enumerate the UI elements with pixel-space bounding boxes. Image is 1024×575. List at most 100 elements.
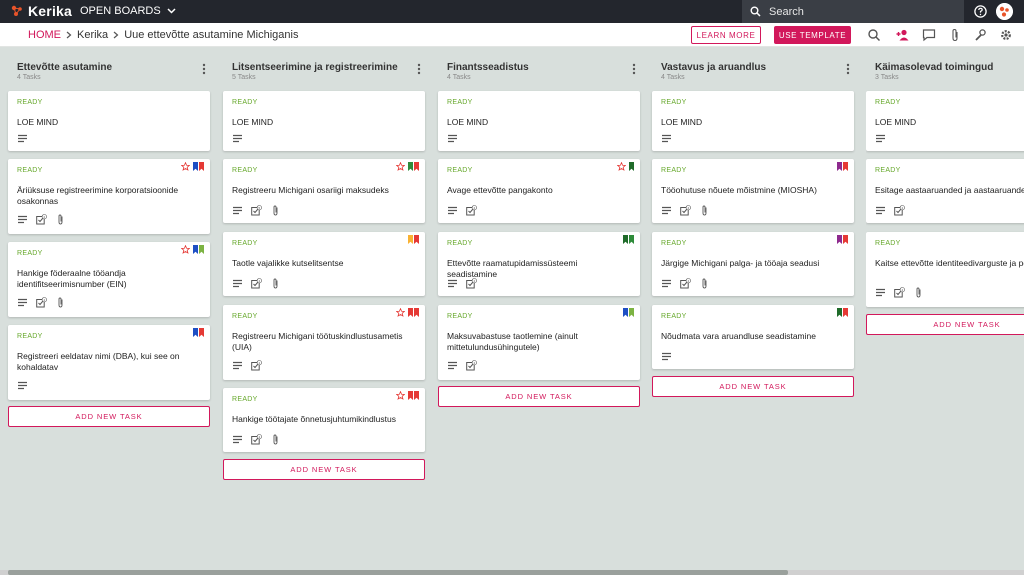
more-vert-icon[interactable]	[416, 63, 422, 75]
checklist-icon: 4	[466, 360, 477, 371]
star-icon[interactable]	[396, 308, 405, 317]
task-card[interactable]: READY Registreeri eeldatav nimi (DBA), k…	[8, 325, 210, 400]
task-indicators: 4	[875, 287, 924, 298]
task-card[interactable]: READY Äriüksuse registreerimine korporat…	[8, 159, 210, 234]
search-icon[interactable]	[867, 28, 881, 42]
add-person-icon[interactable]	[896, 28, 910, 42]
task-flags	[396, 391, 419, 400]
task-indicators: 2	[17, 214, 66, 225]
description-icon	[18, 298, 27, 307]
flag-darkgreen-icon	[623, 235, 628, 244]
task-card[interactable]: READY LOE MIND	[866, 91, 1024, 151]
task-flags	[837, 162, 848, 171]
add-new-task-button[interactable]: ADD NEW TASK	[8, 406, 210, 427]
horizontal-scrollbar[interactable]	[0, 570, 1024, 575]
scrollbar-thumb[interactable]	[8, 570, 788, 575]
task-card[interactable]: READY Tööohutuse nõuete mõistmine (MIOSH…	[652, 159, 854, 223]
task-flags	[623, 235, 634, 244]
add-new-task-button[interactable]: ADD NEW TASK	[438, 386, 640, 407]
task-status: READY	[661, 167, 687, 174]
task-card[interactable]: READY Avage ettevõtte pangakonto 4	[438, 159, 640, 223]
checklist-icon: 4	[680, 205, 691, 216]
task-indicators	[875, 133, 886, 144]
checklist-icon: 4	[36, 297, 47, 308]
add-new-task-button[interactable]: ADD NEW TASK	[866, 314, 1024, 335]
task-status: READY	[447, 313, 473, 320]
breadcrumb-section[interactable]: Kerika	[77, 29, 108, 41]
search-box[interactable]	[742, 0, 964, 23]
star-icon[interactable]	[396, 162, 405, 171]
task-card[interactable]: READY LOE MIND	[652, 91, 854, 151]
checklist-icon: 2	[36, 214, 47, 225]
column-title: Litsentseerimine ja registreerimine	[232, 62, 398, 73]
task-card[interactable]: READY Maksuvabastuse taotlemine (ainult …	[438, 305, 640, 380]
flag-red-icon	[843, 162, 848, 171]
description-icon	[876, 134, 885, 143]
task-indicators: 4	[447, 360, 477, 371]
attachment-icon	[273, 434, 278, 445]
task-indicators	[661, 351, 672, 362]
more-vert-icon[interactable]	[845, 63, 851, 75]
task-card[interactable]: READY Esitage aastaaruanded ja aastaarua…	[866, 159, 1024, 223]
checklist-icon: 4	[251, 434, 262, 445]
description-icon	[662, 134, 671, 143]
description-icon	[18, 381, 27, 390]
description-icon	[233, 435, 242, 444]
star-icon[interactable]	[617, 162, 626, 171]
star-icon[interactable]	[396, 391, 405, 400]
task-title: LOE MIND	[17, 117, 59, 127]
flag-blue-icon	[193, 162, 198, 171]
add-new-task-button[interactable]: ADD NEW TASK	[652, 376, 854, 397]
flag-blue-icon	[623, 308, 628, 317]
column-header: Ettevõtte asutamine 4 Tasks	[8, 56, 210, 84]
task-indicators: 4	[17, 297, 66, 308]
attachment-icon	[58, 214, 63, 225]
search-input[interactable]	[769, 5, 949, 18]
attachment-icon[interactable]	[948, 28, 962, 42]
use-template-button[interactable]: USE TEMPLATE	[774, 26, 851, 44]
checklist-icon: 4	[251, 360, 262, 371]
more-vert-icon[interactable]	[631, 63, 637, 75]
task-card[interactable]: READY Hankige föderaalne tööandja identi…	[8, 242, 210, 317]
add-new-task-button[interactable]: ADD NEW TASK	[223, 459, 425, 480]
more-vert-icon[interactable]	[201, 63, 207, 75]
task-card[interactable]: READY LOE MIND	[8, 91, 210, 151]
attachment-icon	[58, 297, 63, 308]
task-indicators: 4	[661, 278, 710, 289]
open-boards-label: OPEN BOARDS	[80, 5, 161, 17]
task-status: READY	[661, 313, 687, 320]
task-card[interactable]: READY Ettevõtte raamatupidamissüsteemi s…	[438, 232, 640, 296]
column-title: Käimasolevad toimingud	[875, 62, 994, 73]
star-icon[interactable]	[181, 245, 190, 254]
task-card[interactable]: READY LOE MIND	[223, 91, 425, 151]
help-icon[interactable]	[974, 5, 987, 18]
task-status: READY	[875, 167, 901, 174]
task-card[interactable]: READY Kaitse ettevõtte identiteedivargus…	[866, 232, 1024, 307]
kerika-logo[interactable]: Kerika	[10, 3, 72, 19]
task-card[interactable]: READY Nõudmata vara aruandluse seadistam…	[652, 305, 854, 369]
flag-red-icon	[843, 235, 848, 244]
column-header: Litsentseerimine ja registreerimine 5 Ta…	[223, 56, 425, 84]
open-boards-menu[interactable]: OPEN BOARDS	[80, 5, 176, 17]
task-status: READY	[447, 167, 473, 174]
column-header: Vastavus ja aruandlus 4 Tasks	[652, 56, 854, 84]
task-card[interactable]: READY LOE MIND	[438, 91, 640, 151]
task-status: READY	[875, 240, 901, 247]
task-title: Äriüksuse registreerimine korporatsiooni…	[17, 185, 179, 206]
wrench-icon[interactable]	[973, 28, 987, 42]
task-card[interactable]: READY Taotle vajalikke kutselitsentse 4	[223, 232, 425, 296]
task-title: Registreeru Michigani osariigi maksudeks	[232, 185, 389, 195]
user-avatar[interactable]	[996, 3, 1013, 20]
gear-icon[interactable]	[999, 28, 1013, 42]
learn-more-button[interactable]: LEARN MORE	[691, 26, 761, 44]
chevron-down-icon	[167, 8, 176, 14]
task-indicators: 4	[232, 278, 281, 289]
star-icon[interactable]	[181, 162, 190, 171]
description-icon	[876, 288, 885, 297]
task-card[interactable]: READY Järgige Michigani palga- ja tööaja…	[652, 232, 854, 296]
task-card[interactable]: READY Registreeru Michigani töötuskindlu…	[223, 305, 425, 380]
breadcrumb-home[interactable]: HOME	[28, 29, 61, 41]
task-card[interactable]: READY Hankige töötajate õnnetusjuhtumiki…	[223, 388, 425, 452]
chat-icon[interactable]	[922, 28, 936, 42]
task-card[interactable]: READY Registreeru Michigani osariigi mak…	[223, 159, 425, 223]
